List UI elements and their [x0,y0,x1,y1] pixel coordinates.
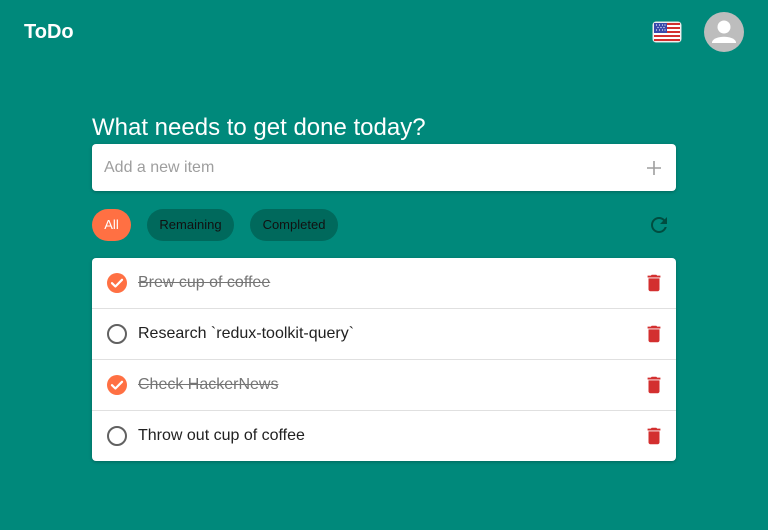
checked-circle-icon[interactable] [106,374,128,396]
page-heading: What needs to get done today? [92,114,426,142]
todo-item: Research `redux-toolkit-query` [92,309,676,360]
refresh-icon[interactable] [647,213,671,237]
todo-item-text: Check HackerNews [138,376,279,393]
todo-item: Brew cup of coffee [92,258,676,309]
unchecked-circle-icon[interactable] [106,323,128,345]
filter-completed-chip[interactable]: Completed [250,209,338,241]
unchecked-circle-icon[interactable] [106,425,128,447]
account-circle-icon[interactable] [704,12,744,52]
todo-item-text: Research `redux-toolkit-query` [138,325,355,342]
filter-remaining-chip[interactable]: Remaining [147,209,234,241]
add-item-input[interactable] [104,144,624,191]
filter-all-chip[interactable]: All [92,209,131,241]
app-title: ToDo [24,21,74,43]
app-bar: ToDo [0,0,768,64]
todo-item: Throw out cup of coffee [92,411,676,461]
us-flag-icon[interactable] [652,20,682,44]
todo-list: Brew cup of coffee Research `redux-toolk… [92,258,676,461]
todo-item: Check HackerNews [92,360,676,411]
checked-circle-icon[interactable] [106,272,128,294]
trash-icon[interactable] [643,374,665,396]
todo-item-text: Throw out cup of coffee [138,427,305,444]
add-item-bar [92,144,676,191]
plus-icon[interactable] [642,156,666,180]
trash-icon[interactable] [643,425,665,447]
trash-icon[interactable] [643,323,665,345]
todo-item-text: Brew cup of coffee [138,274,271,291]
trash-icon[interactable] [643,272,665,294]
